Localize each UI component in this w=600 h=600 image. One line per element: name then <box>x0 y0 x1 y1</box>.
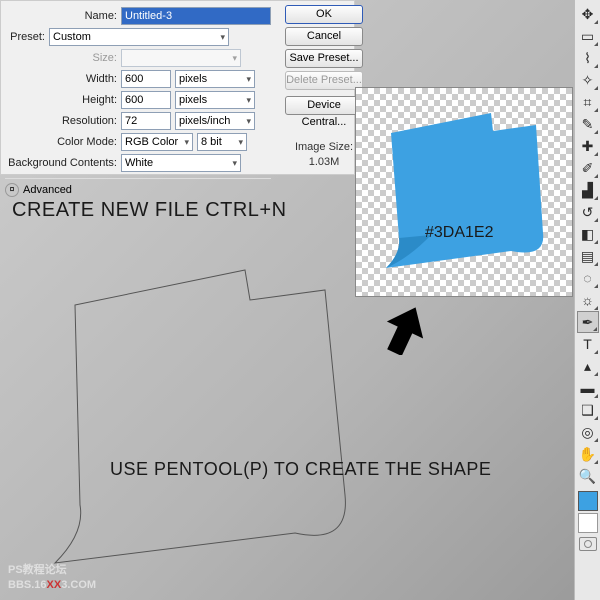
watermark: PS教程论坛 BBS.16XX3.COM <box>8 563 96 592</box>
history-brush-tool[interactable]: ↺ <box>577 201 599 223</box>
gradient-tool[interactable]: ▤ <box>577 245 599 267</box>
width-unit-select[interactable]: pixels▾ <box>175 70 255 88</box>
width-label: Width: <box>5 73 117 85</box>
preset-label: Preset: <box>5 31 45 43</box>
preview-canvas <box>355 87 573 297</box>
cancel-button[interactable]: Cancel <box>285 27 363 46</box>
shape-tool[interactable]: ▬ <box>577 377 599 399</box>
lasso-tool[interactable]: ⌇ <box>577 47 599 69</box>
blue-shape <box>371 103 551 273</box>
crop-tool[interactable]: ⌗ <box>577 91 599 113</box>
annotation-hex: #3DA1E2 <box>425 225 494 241</box>
foreground-swatch[interactable] <box>578 491 598 511</box>
type-tool[interactable]: T <box>577 333 599 355</box>
name-label: Name: <box>5 10 117 22</box>
eyedropper-tool[interactable]: ✎ <box>577 113 599 135</box>
device-central-button[interactable]: Device Central... <box>285 96 363 115</box>
height-unit-select[interactable]: pixels▾ <box>175 91 255 109</box>
path-select-tool[interactable]: ▴ <box>577 355 599 377</box>
height-label: Height: <box>5 94 117 106</box>
colormode-label: Color Mode: <box>5 136 117 148</box>
bitdepth-select[interactable]: 8 bit▾ <box>197 133 247 151</box>
resolution-unit-select[interactable]: pixels/inch▾ <box>175 112 255 130</box>
tools-panel: ✥ ▭ ⌇ ✧ ⌗ ✎ ✚ ✐ ▟ ↺ ◧ ▤ ◌ ☼ ✒ T ▴ ▬ ❑ ◎ … <box>574 0 600 600</box>
hand-tool[interactable]: ✋ <box>577 443 599 465</box>
brush-tool[interactable]: ✐ <box>577 157 599 179</box>
delete-preset-button: Delete Preset... <box>285 71 363 90</box>
image-size-readout: Image Size: 1.03M <box>295 140 353 171</box>
save-preset-button[interactable]: Save Preset... <box>285 49 363 68</box>
colormode-select[interactable]: RGB Color▾ <box>121 133 193 151</box>
eraser-tool[interactable]: ◧ <box>577 223 599 245</box>
background-swatch[interactable] <box>578 513 598 533</box>
resolution-input[interactable] <box>121 112 171 130</box>
pen-tool[interactable]: ✒ <box>577 311 599 333</box>
advanced-toggle[interactable]: ¤ Advanced <box>5 178 271 197</box>
ok-button[interactable]: OK <box>285 5 363 24</box>
blur-tool[interactable]: ◌ <box>577 267 599 289</box>
chevron-icon: ¤ <box>5 183 19 197</box>
bg-label: Background Contents: <box>5 157 117 169</box>
preset-select[interactable]: Custom▾ <box>49 28 229 46</box>
zoom-tool[interactable]: 🔍 <box>577 465 599 487</box>
move-tool[interactable]: ✥ <box>577 3 599 25</box>
stamp-tool[interactable]: ▟ <box>577 179 599 201</box>
annotation-create: CREATE NEW FILE CTRL+N <box>12 200 287 220</box>
name-input[interactable] <box>121 7 271 25</box>
chevron-down-icon: ▾ <box>220 32 225 43</box>
size-label: Size: <box>5 52 117 64</box>
marquee-tool[interactable]: ▭ <box>577 25 599 47</box>
dialog-fields: Name: Preset: Custom▾ Size: ▾ Width: pix… <box>1 1 279 174</box>
quickmask-toggle[interactable] <box>579 537 597 551</box>
wand-tool[interactable]: ✧ <box>577 69 599 91</box>
3d-tool[interactable]: ❑ <box>577 399 599 421</box>
shape-outline <box>45 265 355 565</box>
height-input[interactable] <box>121 91 171 109</box>
width-input[interactable] <box>121 70 171 88</box>
healing-tool[interactable]: ✚ <box>577 135 599 157</box>
size-select: ▾ <box>121 49 241 67</box>
advanced-label: Advanced <box>23 184 72 196</box>
arrow-icon <box>385 305 425 355</box>
dodge-tool[interactable]: ☼ <box>577 289 599 311</box>
new-file-dialog: Name: Preset: Custom▾ Size: ▾ Width: pix… <box>0 0 355 175</box>
annotation-pentool: USE PENTOOL(P) TO CREATE THE SHAPE <box>110 460 491 478</box>
bg-select[interactable]: White▾ <box>121 154 241 172</box>
camera-tool[interactable]: ◎ <box>577 421 599 443</box>
resolution-label: Resolution: <box>5 115 117 127</box>
